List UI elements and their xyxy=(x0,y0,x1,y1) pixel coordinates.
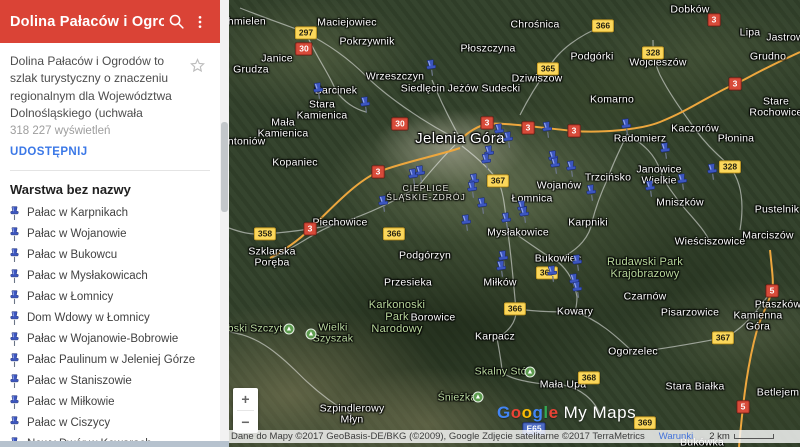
map-pin[interactable] xyxy=(642,179,657,198)
sidebar-item-label: Pałac w Ciszycy xyxy=(27,417,110,429)
map-pin[interactable] xyxy=(357,95,372,114)
star-icon[interactable] xyxy=(189,57,206,79)
sidebar-item-5[interactable]: Pałac w Łomnicy xyxy=(0,287,220,308)
map-pin[interactable] xyxy=(674,172,689,191)
sidebar-item-label: Pałac w Mysłakowicach xyxy=(27,270,148,282)
map-pin[interactable] xyxy=(539,120,554,139)
sidebar-item-2[interactable]: Pałac w Wojanowie xyxy=(0,224,220,245)
map-pin[interactable] xyxy=(375,194,390,213)
sidebar-item-6[interactable]: Dom Wdowy w Łomnicy xyxy=(0,308,220,329)
share-button[interactable]: UDOSTĘPNIJ xyxy=(10,146,88,158)
map-pin[interactable] xyxy=(569,280,584,299)
map-pin[interactable] xyxy=(478,152,493,171)
map-pin[interactable] xyxy=(516,205,531,224)
map-pin[interactable] xyxy=(474,196,489,215)
sidebar-bottom-scrollbar[interactable] xyxy=(0,441,229,447)
map-pin[interactable] xyxy=(704,162,719,181)
map-pin[interactable] xyxy=(544,264,559,283)
pushpin-icon xyxy=(9,395,20,409)
pushpin-icon xyxy=(9,227,20,241)
layer-item-list: Pałac w Karpnikach Pałac w Wojanowie Pałac… xyxy=(0,203,220,447)
map-pin[interactable] xyxy=(500,130,515,149)
pushpin-icon xyxy=(9,353,20,367)
map-pin[interactable] xyxy=(618,117,633,136)
map-pin[interactable] xyxy=(310,81,325,100)
scale-bar xyxy=(734,434,774,439)
zoom-control: + − xyxy=(233,388,258,433)
map-pin[interactable] xyxy=(405,167,420,186)
map-pin[interactable] xyxy=(464,180,479,199)
sidebar-item-11[interactable]: Pałac w Ciszycy xyxy=(0,413,220,434)
map-pin[interactable] xyxy=(498,211,513,230)
sidebar-item-label: Pałac w Miłkowie xyxy=(27,396,115,408)
sidebar-item-10[interactable]: Pałac w Miłkowie xyxy=(0,392,220,413)
terms-link[interactable]: Warunki xyxy=(659,431,694,442)
sidebar: Dolina Pałaców i Ogrod… Dolina Pałaców i… xyxy=(0,0,220,447)
map-pin[interactable] xyxy=(547,156,562,175)
map-pin[interactable] xyxy=(569,253,584,272)
sidebar-scrollbar[interactable] xyxy=(220,0,229,447)
sidebar-item-label: Pałac w Wojanowie-Bobrowie xyxy=(27,333,178,345)
map-title: Dolina Pałaców i Ogrod… xyxy=(10,14,164,30)
map-pin[interactable] xyxy=(583,183,598,202)
pushpin-icon xyxy=(9,206,20,220)
pushpin-icon xyxy=(9,416,20,430)
pushpin-icon xyxy=(9,290,20,304)
search-icon[interactable] xyxy=(164,10,188,34)
map-pin[interactable] xyxy=(423,58,438,77)
map-pin[interactable] xyxy=(657,141,672,160)
menu-icon[interactable] xyxy=(188,10,212,34)
map-pin[interactable] xyxy=(563,159,578,178)
scrollbar-thumb[interactable] xyxy=(221,122,228,212)
attribution-text: Dane do Mapy ©2017 GeoBasis-DE/BKG (©200… xyxy=(231,431,645,442)
layer-title: Warstwa bez nazwy xyxy=(0,171,220,203)
map-pin[interactable] xyxy=(493,259,508,278)
pushpin-icon xyxy=(9,269,20,283)
pushpin-icon xyxy=(9,311,20,325)
sidebar-item-label: Pałac w Bukowcu xyxy=(27,249,117,261)
sidebar-item-label: Pałac w Łomnicy xyxy=(27,291,113,303)
map-pin[interactable] xyxy=(458,213,473,232)
sidebar-item-label: Pałac w Staniszowie xyxy=(27,375,132,387)
sidebar-item-8[interactable]: Pałac Paulinum w Jeleniej Górze xyxy=(0,350,220,371)
sidebar-item-label: Pałac w Karpnikach xyxy=(27,207,128,219)
pushpin-icon xyxy=(9,374,20,388)
sidebar-item-3[interactable]: Pałac w Bukowcu xyxy=(0,245,220,266)
attribution-bar: Dane do Mapy ©2017 GeoBasis-DE/BKG (©200… xyxy=(229,430,800,443)
sidebar-item-label: Dom Wdowy w Łomnicy xyxy=(27,312,150,324)
sidebar-item-7[interactable]: Pałac w Wojanowie-Bobrowie xyxy=(0,329,220,350)
sidebar-description-block: Dolina Pałaców i Ogrodów to szlak turyst… xyxy=(0,43,220,171)
zoom-in-button[interactable]: + xyxy=(233,388,258,410)
sidebar-item-1[interactable]: Pałac w Karpnikach xyxy=(0,203,220,224)
divider xyxy=(10,170,210,171)
scale-label: 2 km xyxy=(709,431,730,442)
map-description: Dolina Pałaców i Ogrodów to szlak turyst… xyxy=(10,53,188,123)
pushpin-icon xyxy=(9,248,20,262)
pushpin-icon xyxy=(9,332,20,346)
sidebar-item-label: Pałac Paulinum w Jeleniej Górze xyxy=(27,354,195,366)
sidebar-item-9[interactable]: Pałac w Staniszowie xyxy=(0,371,220,392)
sidebar-header: Dolina Pałaców i Ogrod… xyxy=(0,0,220,43)
views-count: 318 227 wyświetleń xyxy=(10,125,210,137)
google-my-maps-app: Jelenia GóraCieplice Śląskie-ZdrójChmiel… xyxy=(0,0,800,447)
sidebar-item-4[interactable]: Pałac w Mysłakowicach xyxy=(0,266,220,287)
sidebar-item-label: Pałac w Wojanowie xyxy=(27,228,127,240)
